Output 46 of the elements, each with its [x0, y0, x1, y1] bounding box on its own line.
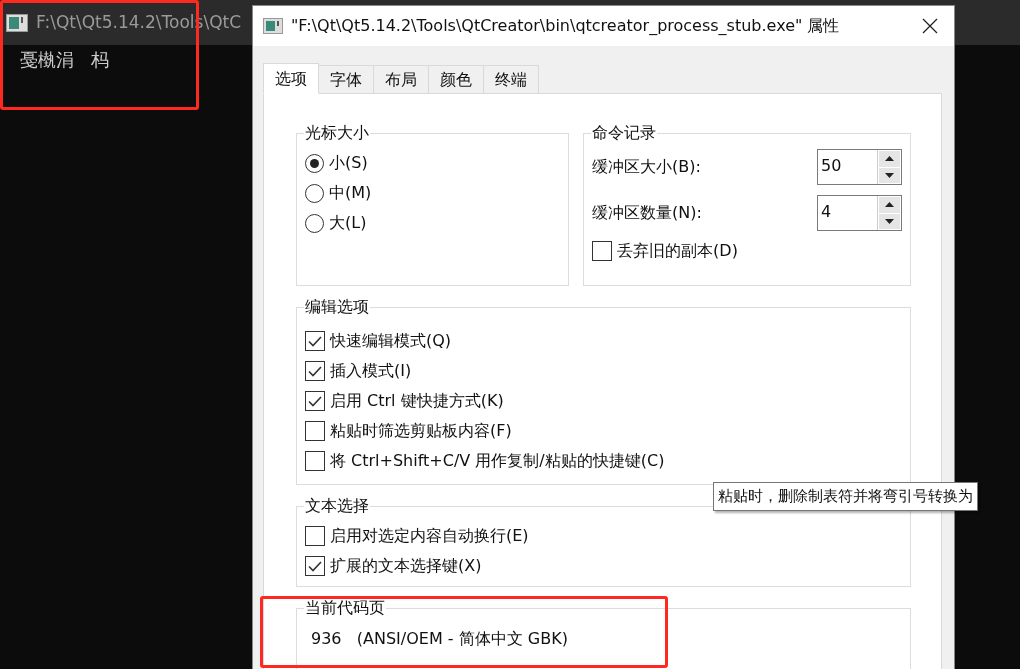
code-page-value: 936 (ANSI/OEM - 简体中文 GBK)	[310, 628, 569, 650]
checkmark-icon	[308, 335, 322, 347]
radio-button[interactable]	[305, 213, 324, 233]
number-value: 4	[820, 201, 833, 223]
radio-button[interactable]	[305, 183, 324, 203]
console-icon	[6, 13, 28, 32]
checkbox-label[interactable]: 插入模式(I)	[330, 359, 412, 383]
checkbox[interactable]	[305, 361, 325, 381]
checkbox[interactable]	[305, 556, 325, 576]
checkbox-label[interactable]: 丢弃旧的副本(D)	[617, 239, 738, 263]
console-output: 戞槸涓 杩	[19, 48, 110, 72]
checkbox[interactable]	[305, 526, 325, 546]
checkbox[interactable]	[592, 241, 613, 261]
radio-label[interactable]: 大(L)	[329, 211, 367, 235]
field-label: 缓冲区数量(N):	[592, 202, 702, 224]
number-spinner[interactable]: 50	[817, 149, 902, 185]
checkmark-icon	[308, 365, 322, 377]
field-label: 缓冲区大小(B):	[592, 156, 701, 178]
group-title: 命令记录	[591, 122, 658, 144]
number-value: 50	[820, 155, 843, 177]
checkbox-label[interactable]: 启用 Ctrl 键快捷方式(K)	[330, 389, 504, 413]
number-spinner[interactable]: 4	[817, 195, 902, 231]
checkbox[interactable]	[305, 451, 325, 471]
checkbox-label[interactable]: 快速编辑模式(Q)	[330, 329, 452, 353]
checkbox[interactable]	[305, 391, 325, 411]
checkbox-label[interactable]: 启用对选定内容自动换行(E)	[330, 524, 529, 548]
checkbox[interactable]	[305, 331, 325, 351]
console-icon	[263, 18, 283, 34]
close-icon[interactable]	[922, 18, 938, 34]
checkbox-label[interactable]: 将 Ctrl+Shift+C/V 用作复制/粘贴的快捷键(C)	[330, 449, 665, 473]
radio-label[interactable]: 中(M)	[329, 181, 372, 205]
checkmark-icon	[308, 560, 322, 572]
dialog-title: "F:\Qt\Qt5.14.2\Tools\QtCreator\bin\qtcreator_process_stub.exe" 属性	[291, 15, 841, 37]
checkmark-icon	[308, 395, 322, 407]
checkbox[interactable]	[305, 421, 325, 441]
group-title: 文本选择	[304, 495, 370, 517]
checkbox-label[interactable]: 粘贴时筛选剪贴板内容(F)	[330, 419, 512, 443]
tab[interactable]: 选项	[263, 63, 319, 94]
checkbox-label[interactable]: 扩展的文本选择键(X)	[330, 554, 482, 578]
group-title: 编辑选项	[304, 296, 370, 318]
tooltip: 粘贴时，删除制表符并将弯引号转换为	[713, 482, 978, 511]
radio-button[interactable]	[305, 153, 324, 173]
tab[interactable]: 终端	[483, 65, 539, 94]
radio-label[interactable]: 小(S)	[329, 151, 368, 175]
group-title: 光标大小	[304, 122, 370, 144]
group-title: 当前代码页	[304, 597, 386, 619]
